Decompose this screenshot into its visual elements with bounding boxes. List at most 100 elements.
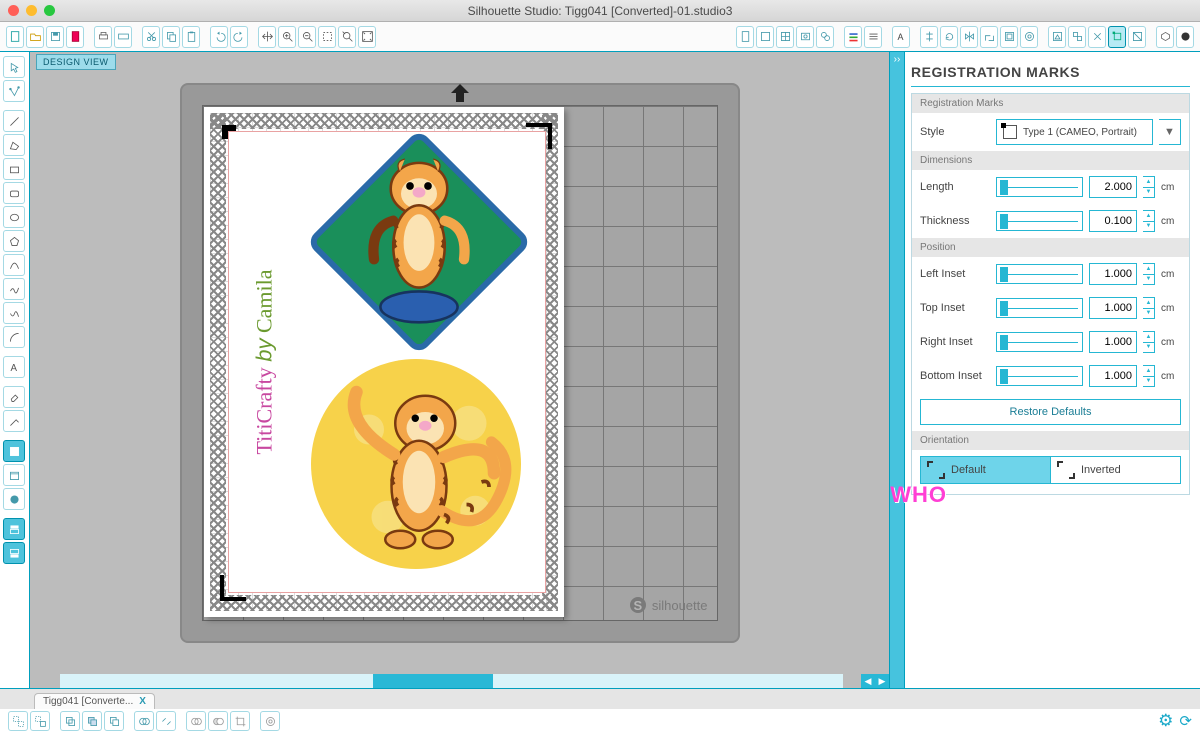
ungroup-button[interactable]: [30, 711, 50, 731]
design-page[interactable]: TitiCrafty by Camila: [204, 107, 564, 617]
open-file-button[interactable]: [26, 26, 44, 48]
top-inset-spinner[interactable]: ▲▼: [1143, 297, 1155, 319]
design-view-tab[interactable]: DESIGN VIEW: [36, 54, 116, 70]
offset-button[interactable]: [1000, 26, 1018, 48]
trace-button[interactable]: [1048, 26, 1066, 48]
crop-button[interactable]: [230, 711, 250, 731]
print-button[interactable]: [94, 26, 112, 48]
undo-button[interactable]: [210, 26, 228, 48]
knife-button[interactable]: [1128, 26, 1146, 48]
close-tab-icon[interactable]: X: [139, 696, 146, 707]
select-tool[interactable]: [3, 56, 25, 78]
store-view-button[interactable]: [3, 488, 25, 510]
line-style-button[interactable]: [864, 26, 882, 48]
top-inset-slider[interactable]: [996, 298, 1083, 318]
save-sd-button[interactable]: [66, 26, 84, 48]
top-inset-input[interactable]: [1089, 297, 1137, 319]
line-color-button[interactable]: [844, 26, 862, 48]
split-view-bottom-button[interactable]: [3, 542, 25, 564]
line-tool[interactable]: [3, 110, 25, 132]
zoom-in-button[interactable]: [278, 26, 296, 48]
restore-defaults-button[interactable]: Restore Defaults: [920, 399, 1181, 425]
zoom-out-button[interactable]: [298, 26, 316, 48]
pixscan-button[interactable]: [796, 26, 814, 48]
settings-gear-icon[interactable]: ⚙: [1158, 711, 1173, 731]
subtract-button[interactable]: [208, 711, 228, 731]
file-tab[interactable]: Tigg041 [Converte...X: [34, 693, 155, 709]
polygon-tool[interactable]: [3, 134, 25, 156]
length-slider[interactable]: [996, 177, 1083, 197]
thickness-spinner[interactable]: ▲▼: [1143, 210, 1155, 232]
mirror-button[interactable]: [960, 26, 978, 48]
smooth-freehand-tool[interactable]: [3, 302, 25, 324]
registration-marks-button[interactable]: [1108, 26, 1126, 48]
thickness-input[interactable]: [1089, 210, 1137, 232]
send-to-back-button[interactable]: [104, 711, 124, 731]
replicate-button[interactable]: [1068, 26, 1086, 48]
scale-button[interactable]: [980, 26, 998, 48]
bottom-inset-slider[interactable]: [996, 366, 1083, 386]
thickness-slider[interactable]: [996, 211, 1083, 231]
page-settings-button[interactable]: [736, 26, 754, 48]
align-button[interactable]: [920, 26, 938, 48]
detach-button[interactable]: [156, 711, 176, 731]
compound-release-button[interactable]: [82, 711, 102, 731]
intersect-button[interactable]: [186, 711, 206, 731]
text-style-button[interactable]: A: [892, 26, 910, 48]
panel-collapse-button[interactable]: ››: [889, 52, 905, 688]
library-button[interactable]: [1156, 26, 1174, 48]
save-button[interactable]: [46, 26, 64, 48]
modify-button[interactable]: [1020, 26, 1038, 48]
right-inset-spinner[interactable]: ▲▼: [1143, 331, 1155, 353]
zoom-drag-button[interactable]: [338, 26, 356, 48]
refresh-icon[interactable]: ⟳: [1179, 712, 1192, 730]
nesting-button[interactable]: [816, 26, 834, 48]
new-file-button[interactable]: [6, 26, 24, 48]
split-view-top-button[interactable]: [3, 518, 25, 540]
redo-button[interactable]: [230, 26, 248, 48]
store-button[interactable]: [1176, 26, 1194, 48]
left-inset-slider[interactable]: [996, 264, 1083, 284]
copy-button[interactable]: [162, 26, 180, 48]
target-button[interactable]: [260, 711, 280, 731]
scroll-left-button[interactable]: ◀: [861, 674, 875, 688]
edit-points-tool[interactable]: [3, 80, 25, 102]
cut-settings-button[interactable]: [1088, 26, 1106, 48]
pan-button[interactable]: [258, 26, 276, 48]
orientation-default-button[interactable]: Default: [920, 456, 1051, 484]
cut-button[interactable]: [142, 26, 160, 48]
send-to-cutter-button[interactable]: [114, 26, 132, 48]
eraser-tool[interactable]: [3, 386, 25, 408]
open-library-button[interactable]: [3, 464, 25, 486]
style-dropdown[interactable]: Type 1 (CAMEO, Portrait): [996, 119, 1153, 145]
right-inset-slider[interactable]: [996, 332, 1083, 352]
left-inset-spinner[interactable]: ▲▼: [1143, 263, 1155, 285]
length-spinner[interactable]: ▲▼: [1143, 176, 1155, 198]
curve-tool[interactable]: [3, 254, 25, 276]
rounded-rect-tool[interactable]: [3, 182, 25, 204]
scroll-right-button[interactable]: ▶: [875, 674, 889, 688]
canvas-area[interactable]: DESIGN VIEW TitiCrafty by: [30, 52, 889, 688]
library-view-button[interactable]: [3, 440, 25, 462]
regular-polygon-tool[interactable]: [3, 230, 25, 252]
length-input[interactable]: [1089, 176, 1137, 198]
freehand-tool[interactable]: [3, 278, 25, 300]
rotate-button[interactable]: [940, 26, 958, 48]
rectangle-tool[interactable]: [3, 158, 25, 180]
zoom-selection-button[interactable]: [318, 26, 336, 48]
horizontal-scrollbar[interactable]: [60, 674, 843, 688]
weld-button[interactable]: [134, 711, 154, 731]
style-dropdown-arrow[interactable]: ▼: [1159, 119, 1181, 145]
group-button[interactable]: [8, 711, 28, 731]
compound-make-button[interactable]: [60, 711, 80, 731]
left-inset-input[interactable]: [1089, 263, 1137, 285]
ellipse-tool[interactable]: [3, 206, 25, 228]
orientation-inverted-button[interactable]: Inverted: [1051, 456, 1181, 484]
arc-tool[interactable]: [3, 326, 25, 348]
paste-button[interactable]: [182, 26, 200, 48]
text-tool[interactable]: A: [3, 356, 25, 378]
grid-button[interactable]: [776, 26, 794, 48]
knife-tool[interactable]: [3, 410, 25, 432]
bottom-inset-input[interactable]: [1089, 365, 1137, 387]
right-inset-input[interactable]: [1089, 331, 1137, 353]
